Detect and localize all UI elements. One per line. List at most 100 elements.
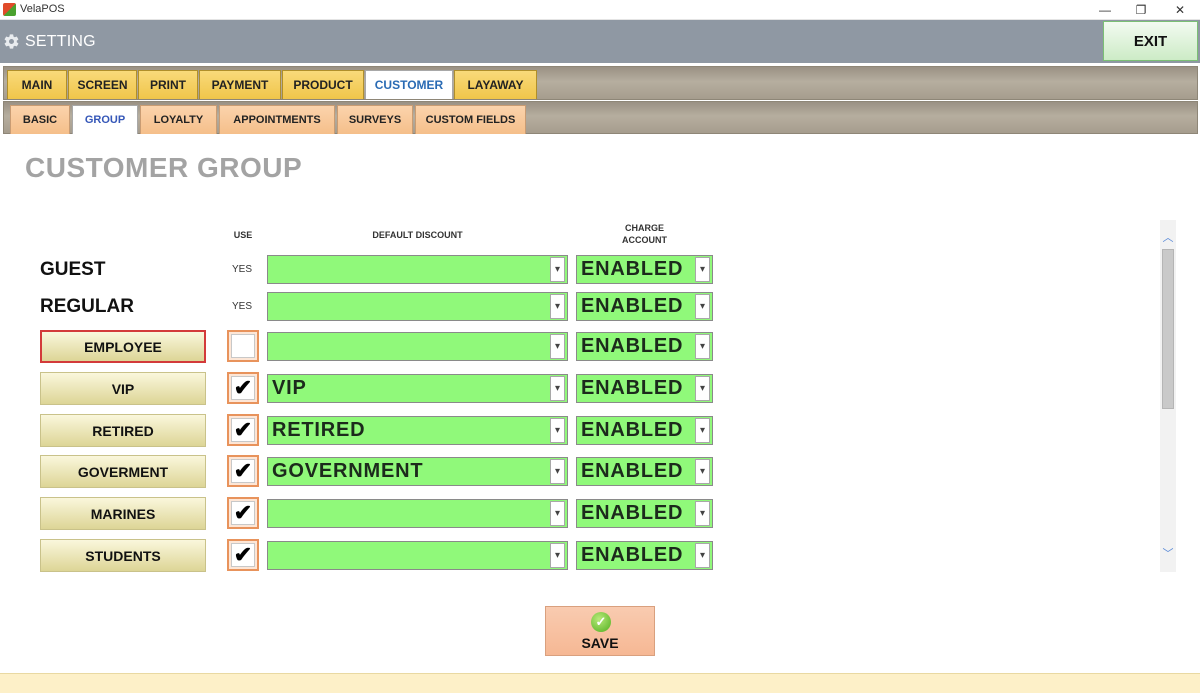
charge-account-value: ENABLED [581,377,684,399]
default-discount-select-vip[interactable]: VIP ▾ [267,374,568,403]
chevron-down-icon[interactable]: ▾ [695,294,710,319]
scroll-down-icon[interactable]: ﹀ [1160,545,1176,560]
save-label: SAVE [581,635,619,651]
chevron-down-icon[interactable]: ▾ [695,543,710,568]
charge-account-value: ENABLED [581,502,684,524]
chevron-down-icon[interactable]: ▾ [695,257,710,282]
chevron-down-icon[interactable]: ▾ [550,418,565,443]
charge-account-value: ENABLED [581,460,684,482]
default-discount-select-employee[interactable]: ▾ [267,332,568,361]
group-name-regular: REGULAR [40,296,134,317]
chevron-down-icon[interactable]: ▾ [695,459,710,484]
column-header-charge-line1: CHARGE [624,223,664,233]
page-title: SETTING [25,33,96,50]
charge-account-select-goverment[interactable]: ENABLED ▾ [576,457,713,486]
default-discount-value: VIP [272,377,307,399]
charge-account-value: ENABLED [581,295,684,317]
chevron-down-icon[interactable]: ▾ [550,376,565,401]
exit-button[interactable]: EXIT [1103,21,1198,61]
chevron-down-icon[interactable]: ▾ [550,334,565,359]
charge-account-select-employee[interactable]: ENABLED ▾ [576,332,713,361]
group-button-students[interactable]: STUDENTS [40,539,206,572]
use-checkbox-vip[interactable]: ✔ [227,372,259,404]
check-circle-icon: ✓ [591,612,611,632]
app-name: VelaPOS [20,3,65,15]
tab-screen[interactable]: SCREEN [68,70,137,99]
scrollbar-thumb[interactable] [1162,249,1174,409]
scroll-up-icon[interactable]: ︿ [1160,229,1176,244]
tab-print[interactable]: PRINT [138,70,198,99]
use-checkbox-employee[interactable] [227,330,259,362]
charge-account-select-vip[interactable]: ENABLED ▾ [576,374,713,403]
group-name-guest: GUEST [40,259,106,280]
restore-button[interactable]: ❐ [1123,0,1159,20]
default-discount-select-students[interactable]: ▾ [267,541,568,570]
chevron-down-icon[interactable]: ▾ [695,334,710,359]
tab-customer[interactable]: CUSTOMER [365,70,453,99]
group-button-vip[interactable]: VIP [40,372,206,405]
chevron-down-icon[interactable]: ▾ [695,418,710,443]
charge-account-select-retired[interactable]: ENABLED ▾ [576,416,713,445]
main-tab-bar: MAIN SCREEN PRINT PAYMENT PRODUCT CUSTOM… [3,66,1198,100]
group-button-goverment[interactable]: GOVERMENT [40,455,206,488]
charge-account-select-marines[interactable]: ENABLED ▾ [576,499,713,528]
subtab-group[interactable]: GROUP [72,105,138,134]
tab-main[interactable]: MAIN [7,70,67,99]
group-button-marines[interactable]: MARINES [40,497,206,530]
use-value-regular: YES [232,301,253,312]
use-checkbox-marines[interactable]: ✔ [227,497,259,529]
charge-account-value: ENABLED [581,544,684,566]
tab-layaway[interactable]: LAYAWAY [454,70,537,99]
subtab-loyalty[interactable]: LOYALTY [140,105,217,134]
column-header-charge-account: CHARGE ACCOUNT [576,222,713,246]
charge-account-select-guest[interactable]: ENABLED ▾ [576,255,713,284]
tab-payment[interactable]: PAYMENT [199,70,281,99]
use-checkbox-goverment[interactable]: ✔ [227,455,259,487]
default-discount-value: GOVERNMENT [272,460,424,482]
chevron-down-icon[interactable]: ▾ [550,459,565,484]
subtab-surveys[interactable]: SURVEYS [337,105,413,134]
tab-product[interactable]: PRODUCT [282,70,364,99]
chevron-down-icon[interactable]: ▾ [550,501,565,526]
use-value-guest: YES [232,264,253,275]
minimize-button[interactable]: — [1087,0,1123,20]
charge-account-value: ENABLED [581,419,684,441]
default-discount-select-marines[interactable]: ▾ [267,499,568,528]
column-header-charge-line2: ACCOUNT [622,235,667,245]
gear-icon [4,34,19,49]
default-discount-select-guest[interactable]: ▾ [267,255,568,284]
save-button[interactable]: ✓ SAVE [545,606,655,656]
subtab-basic[interactable]: BASIC [10,105,70,134]
check-icon: ✔ [231,376,255,400]
sub-tab-bar: BASIC GROUP LOYALTY APPOINTMENTS SURVEYS… [3,101,1198,134]
use-checkbox-retired[interactable]: ✔ [227,414,259,446]
use-checkbox-students[interactable]: ✔ [227,539,259,571]
settings-header: SETTING [0,20,1200,63]
subtab-custom-fields[interactable]: CUSTOM FIELDS [415,105,526,134]
chevron-down-icon[interactable]: ▾ [550,257,565,282]
chevron-down-icon[interactable]: ▾ [550,543,565,568]
default-discount-select-retired[interactable]: RETIRED ▾ [267,416,568,445]
group-button-employee[interactable]: EMPLOYEE [40,330,206,363]
charge-account-select-students[interactable]: ENABLED ▾ [576,541,713,570]
check-icon: ✔ [231,459,255,483]
column-header-use: USE [233,230,253,240]
checkbox-box [231,334,255,358]
app-logo-icon [3,3,16,16]
group-button-retired[interactable]: RETIRED [40,414,206,447]
charge-account-select-regular[interactable]: ENABLED ▾ [576,292,713,321]
check-icon: ✔ [231,418,255,442]
charge-account-value: ENABLED [581,258,684,280]
close-window-button[interactable]: ✕ [1162,0,1198,20]
charge-account-value: ENABLED [581,335,684,357]
default-discount-select-goverment[interactable]: GOVERNMENT ▾ [267,457,568,486]
window-titlebar: VelaPOS — ❐ ✕ [0,0,1200,20]
subtab-appointments[interactable]: APPOINTMENTS [219,105,335,134]
chevron-down-icon[interactable]: ▾ [695,376,710,401]
check-icon: ✔ [231,543,255,567]
status-bar [0,673,1200,693]
chevron-down-icon[interactable]: ▾ [550,294,565,319]
default-discount-value: RETIRED [272,419,366,441]
default-discount-select-regular[interactable]: ▾ [267,292,568,321]
chevron-down-icon[interactable]: ▾ [695,501,710,526]
